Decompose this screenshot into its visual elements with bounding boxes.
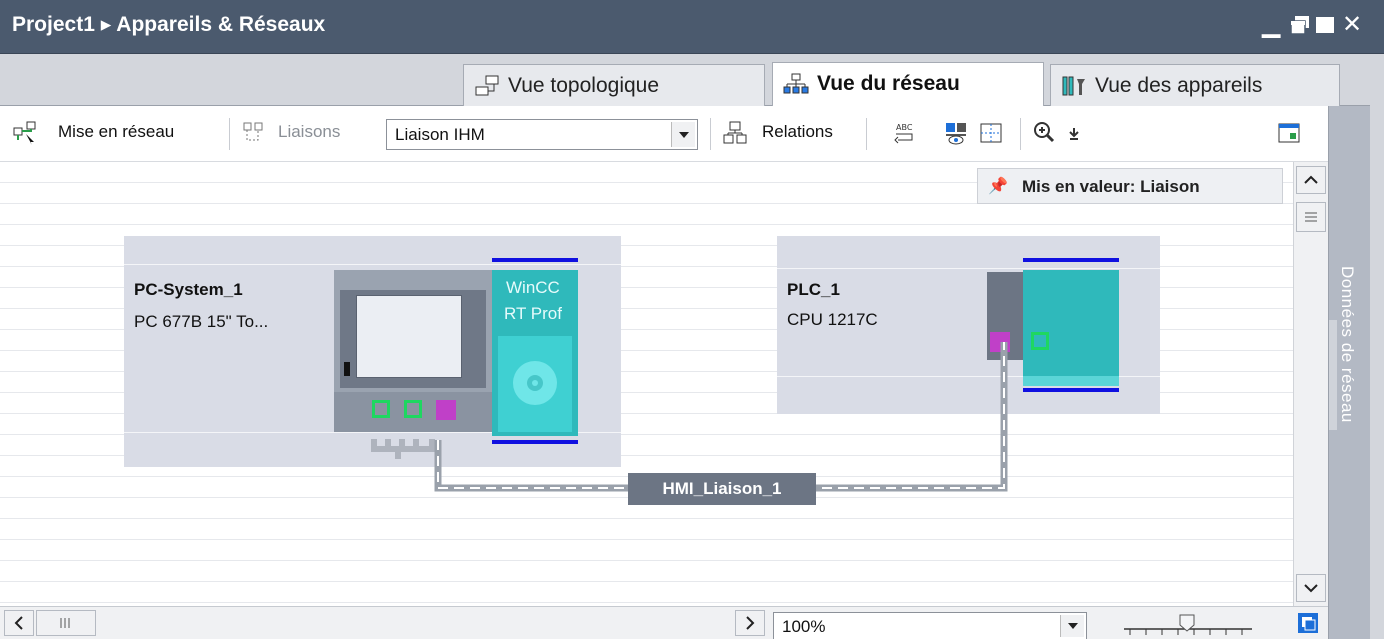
scroll-up-button[interactable]	[1296, 166, 1326, 194]
tab-topology-view[interactable]: Vue topologique	[463, 64, 765, 106]
scroll-thumb[interactable]	[1296, 202, 1326, 232]
tab-devices-view[interactable]: Vue des appareils	[1050, 64, 1340, 106]
connection-type-value: Liaison IHM	[395, 125, 485, 144]
chevron-down-icon[interactable]	[1060, 615, 1084, 637]
connections-button[interactable]: Liaisons	[278, 122, 340, 142]
scroll-right-button[interactable]	[735, 610, 765, 636]
overview-navigation-icon[interactable]	[1296, 611, 1322, 637]
tab-label: Vue des appareils	[1095, 74, 1263, 97]
network-data-label[interactable]: Données de réseau	[1337, 266, 1357, 423]
window-edge	[1370, 54, 1384, 639]
connection-type-select[interactable]: Liaison IHM	[386, 119, 698, 150]
connection-label[interactable]: HMI_Liaison_1	[628, 473, 816, 505]
network-icon	[783, 73, 809, 94]
topology-icon	[475, 75, 499, 96]
relations-button[interactable]: Relations	[762, 122, 833, 142]
chevron-right-icon	[746, 616, 755, 630]
toolbar-separator	[710, 118, 711, 150]
show-hide-icon[interactable]	[944, 120, 970, 146]
connections-icon[interactable]	[240, 120, 266, 146]
network-data-panel[interactable]: Données de réseau	[1328, 106, 1370, 639]
tab-label: Vue du réseau	[817, 72, 960, 95]
address-label-icon[interactable]: ABC	[892, 120, 918, 146]
networking-icon[interactable]	[12, 120, 38, 146]
bottom-bar: 100%	[0, 606, 1328, 639]
network-canvas[interactable]: PC-System_1 PC 677B 15" To... WinCC RT P…	[0, 162, 1293, 606]
restore-icon[interactable]	[1289, 12, 1311, 42]
grip-icon	[1305, 212, 1317, 222]
panel-expander[interactable]	[1329, 320, 1337, 430]
zoom-in-icon[interactable]	[1032, 120, 1058, 146]
zoom-slider[interactable]	[1118, 611, 1258, 639]
toolbar-separator	[229, 118, 230, 150]
devices-icon	[1062, 76, 1085, 96]
tab-network-view[interactable]: Vue du réseau	[772, 62, 1044, 107]
chevron-down-icon[interactable]	[671, 122, 695, 147]
highlight-tooltip: 📌 Mis en valeur: Liaison	[977, 168, 1283, 204]
window-title: Project1 ▸ Appareils & Réseaux	[12, 13, 326, 36]
chevron-left-icon	[14, 616, 23, 630]
scroll-left-button[interactable]	[4, 610, 34, 636]
relations-icon[interactable]	[722, 120, 748, 146]
hmi-connection-line[interactable]	[0, 162, 1293, 606]
chevron-down-icon	[1304, 584, 1318, 593]
close-icon[interactable]: ✕	[1342, 12, 1362, 38]
toolbar-separator	[866, 118, 867, 150]
grid-icon[interactable]	[978, 120, 1004, 146]
svg-text:ABC: ABC	[896, 123, 913, 132]
pin-icon[interactable]: 📌	[988, 176, 1008, 196]
zoom-value: 100%	[782, 617, 826, 636]
tooltip-text: Mis en valeur: Liaison	[1022, 177, 1200, 196]
maximize-icon[interactable]	[1314, 12, 1336, 42]
chevron-up-icon	[1304, 175, 1318, 184]
scroll-down-button[interactable]	[1296, 574, 1326, 602]
tab-label: Vue topologique	[508, 74, 660, 97]
grip-icon	[60, 618, 70, 628]
minimize-icon[interactable]: ▁	[1262, 12, 1280, 38]
networking-button[interactable]: Mise en réseau	[58, 122, 174, 142]
overview-icon[interactable]	[1276, 120, 1302, 146]
vertical-scrollbar[interactable]	[1293, 162, 1328, 606]
horizontal-scroll-thumb[interactable]	[36, 610, 96, 636]
toolbar-separator	[1020, 118, 1021, 150]
title-bar: Project1 ▸ Appareils & Réseaux ▁ ✕	[0, 0, 1384, 54]
view-tabs: Vue topologique Vue du réseau Vue des ap…	[0, 54, 1370, 107]
network-toolbar: Mise en réseau Liaisons Liaison IHM Rela…	[0, 106, 1328, 162]
zoom-select[interactable]: 100%	[773, 612, 1087, 639]
dropdown-arrow-icon[interactable]	[1064, 120, 1090, 146]
